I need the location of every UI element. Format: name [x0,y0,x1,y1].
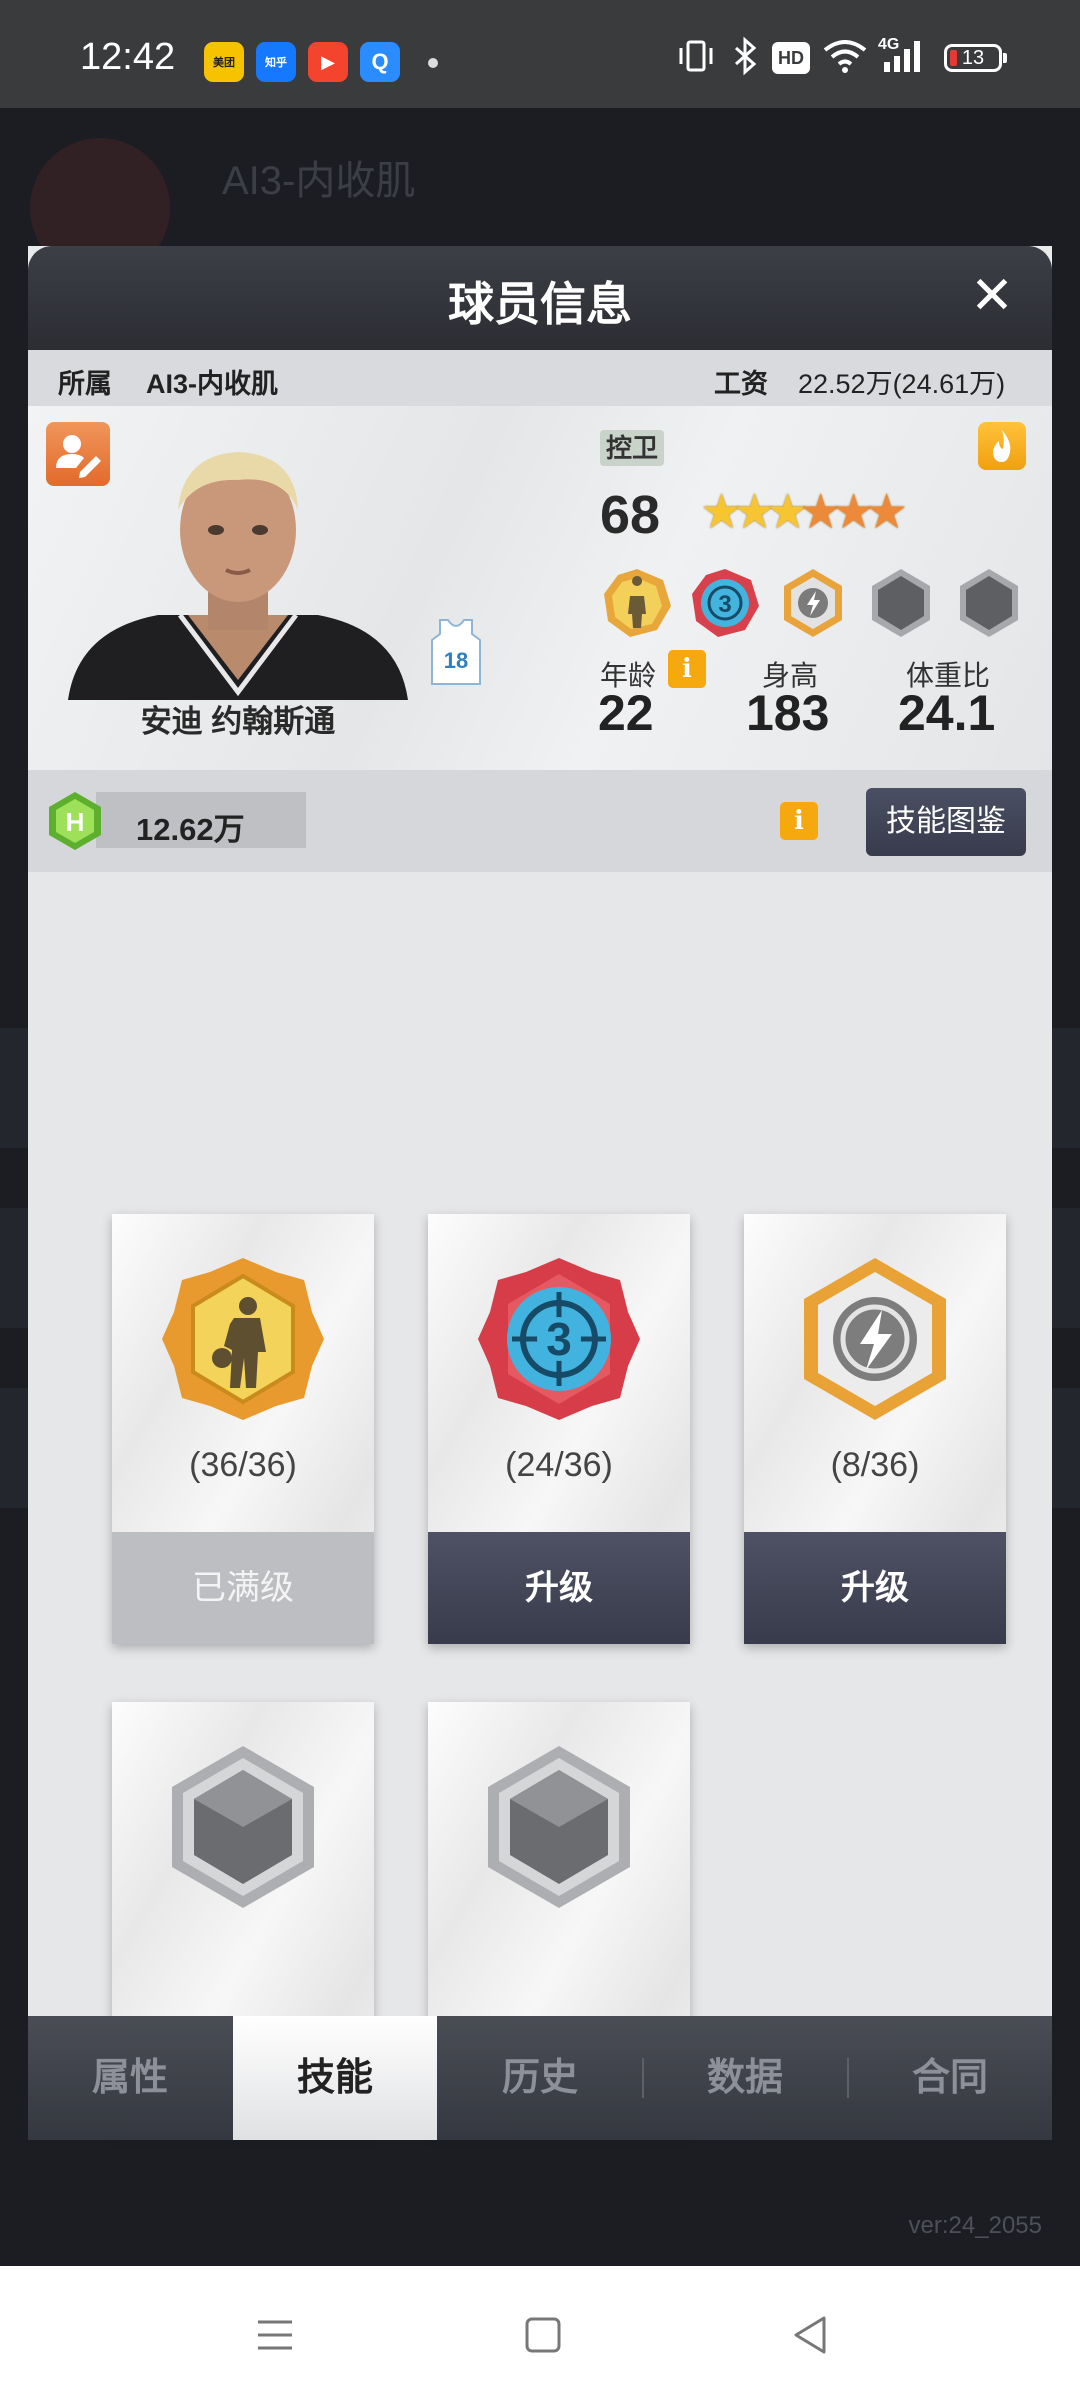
jersey-icon: 18 [431,619,481,685]
tab-attributes[interactable]: 属性 [28,2016,232,2140]
status-time: 12:42 [80,36,176,78]
skill-progress: (24/36) [505,1446,613,1484]
notification-dot-icon [428,58,438,68]
video-app-icon: ▶ [308,42,348,82]
meituan-app-icon: 美团 [204,42,244,82]
player-name: 安迪 约翰斯通 [140,704,336,739]
skill-card: (36/36) 已满级 [112,1214,374,1644]
player-info-modal: 球员信息 ✕ 所属 AI3-内收肌 工资 22.52万(24.61万) 18 安… [28,246,1052,2140]
tab-bar: 属性 技能 历史 数据 合同 [28,2016,1052,2140]
battery-level: 13 [961,47,985,69]
age-info-icon[interactable]: i [668,650,706,688]
player-portrait [68,452,408,700]
hd-icon: HD [772,42,810,74]
player-panel: 18 安迪 约翰斯通 控卫 68 ★ ★ ★ ★ ★ ★ 3 年龄 i 身高 体… [28,406,1052,770]
three-point-badge-icon: 3 [478,1258,640,1420]
age-value: 22 [598,685,654,741]
currency-bar: H 12.62万 i 技能图鉴 [28,770,1052,872]
battery-icon: 13 [944,44,1007,72]
tab-data[interactable]: 数据 [643,2016,847,2140]
version-label: ver:24_2055 [908,2212,1042,2239]
background-team-title: AI3-内收肌 [222,159,416,203]
lightning-badge-icon [784,569,842,637]
weight-ratio-value: 24.1 [898,685,996,741]
salary-value: 22.52万(24.61万) [798,369,1006,399]
salary-label: 工资 [714,369,768,399]
maxed-level-button: 已满级 [112,1532,374,1644]
upgrade-button[interactable]: 升级 [428,1532,690,1644]
h-coin-icon: H [49,792,101,850]
skill-cards-area: (36/36) 已满级 3 (24/36) 升级 (8/36) 升级 [28,872,1052,2132]
silhouette-badge-icon [162,1258,324,1420]
team-salary-strip: 所属 AI3-内收肌 工资 22.52万(24.61万) [28,350,1052,406]
zhihu-app-icon: 知乎 [256,42,296,82]
jersey-number: 18 [444,648,468,673]
star-rating: ★ ★ ★ ★ ★ ★ [700,488,908,538]
skill-guide-button[interactable]: 技能图鉴 [866,788,1026,856]
menu-icon[interactable] [250,2310,300,2360]
bluetooth-icon [735,36,757,76]
modal-header: 球员信息 ✕ [28,246,1052,350]
tab-history[interactable]: 历史 [438,2016,642,2140]
status-bar: 12:42 美团 知乎 ▶ Q HD 4G 13 [0,0,1080,108]
upgrade-button[interactable]: 升级 [744,1532,1006,1644]
hot-button[interactable] [978,422,1026,470]
vibrate-icon [679,40,713,72]
skill-icon-row: 3 [600,566,1026,640]
skill-progress: (8/36) [830,1446,920,1484]
skill-card: (8/36) 升级 [744,1214,1006,1644]
silhouette-badge-icon [604,569,671,637]
svg-text:3: 3 [718,591,731,618]
browser-app-icon: Q [360,42,400,82]
overall-rating: 68 [600,485,661,545]
close-icon[interactable]: ✕ [964,268,1020,324]
skill-progress: (36/36) [189,1446,297,1484]
flame-icon [993,430,1011,462]
star-orange-icon: ★ [865,486,909,539]
empty-hexagon-icon [872,569,930,637]
currency-value: 12.62万 [136,812,245,847]
empty-hexagon-icon [172,1746,314,1908]
wifi-icon [823,40,867,73]
team-value: AI3-内收肌 [146,369,279,399]
currency-info-icon[interactable]: i [780,802,818,840]
tab-contract[interactable]: 合同 [848,2016,1052,2140]
empty-hexagon-icon [488,1746,630,1908]
three-point-badge-icon: 3 [692,569,759,637]
tab-skills[interactable]: 技能 [233,2016,437,2140]
signal-icon [884,41,920,72]
height-value: 183 [746,685,830,741]
lightning-badge-icon [804,1258,946,1420]
modal-title: 球员信息 [448,278,632,330]
svg-text:H: H [66,807,85,837]
system-nav-bar [0,2266,1080,2400]
position-badge: 控卫 [600,430,665,466]
home-icon[interactable] [518,2310,568,2360]
empty-hexagon-icon [960,569,1018,637]
back-icon[interactable] [786,2310,836,2360]
svg-text:3: 3 [546,1313,572,1365]
team-label: 所属 [58,369,112,399]
skill-card: 3 (24/36) 升级 [428,1214,690,1644]
